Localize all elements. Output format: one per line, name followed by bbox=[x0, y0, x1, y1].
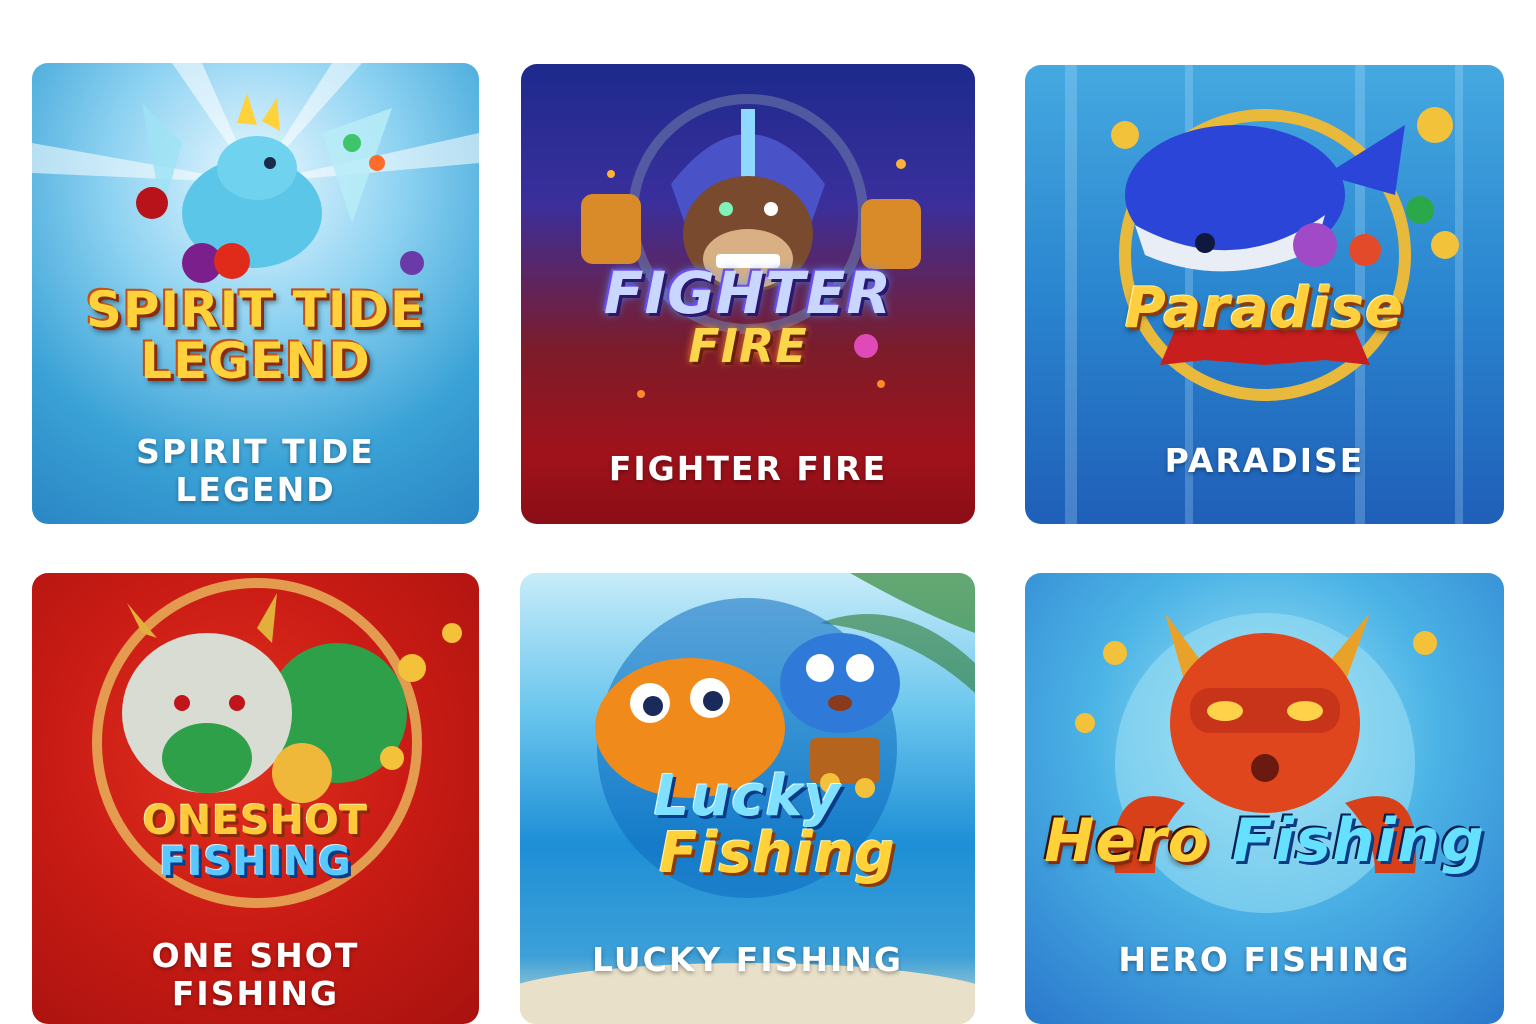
game-card-lucky-fishing[interactable]: Lucky Fishing LUCKY FISHING bbox=[520, 573, 975, 1024]
game-logo: Lucky Fishing bbox=[653, 764, 896, 887]
game-title: PARADISE bbox=[1164, 441, 1365, 480]
game-logo: ONESHOT FISHING bbox=[142, 798, 369, 885]
game-title: HERO FISHING bbox=[1118, 940, 1411, 979]
game-title: LUCKY FISHING bbox=[591, 940, 903, 979]
game-card-hero-fishing[interactable]: Hero Fishing HERO FISHING bbox=[1025, 573, 1504, 1024]
game-grid: SPIRIT TIDE LEGEND SPIRIT TIDE LEGEND FI… bbox=[0, 0, 1536, 1024]
game-logo: Paradise bbox=[1124, 276, 1405, 341]
game-title: FIGHTER FIRE bbox=[608, 449, 888, 488]
game-title: SPIRIT TIDE LEGEND bbox=[136, 432, 375, 509]
game-card-one-shot-fishing[interactable]: ONESHOT FISHING ONE SHOT FISHING bbox=[32, 573, 479, 1024]
game-card-paradise[interactable]: Paradise PARADISE bbox=[1025, 65, 1504, 524]
game-card-fighter-fire[interactable]: FIGHTER FIRE FIGHTER FIRE bbox=[521, 64, 975, 524]
game-card-spirit-tide-legend[interactable]: SPIRIT TIDE LEGEND SPIRIT TIDE LEGEND bbox=[32, 63, 479, 524]
game-title: ONE SHOT FISHING bbox=[151, 936, 360, 1013]
game-logo: SPIRIT TIDE LEGEND bbox=[85, 281, 426, 390]
game-logo: FIGHTER FIRE bbox=[603, 259, 893, 374]
game-logo: Hero Fishing bbox=[1044, 806, 1485, 876]
